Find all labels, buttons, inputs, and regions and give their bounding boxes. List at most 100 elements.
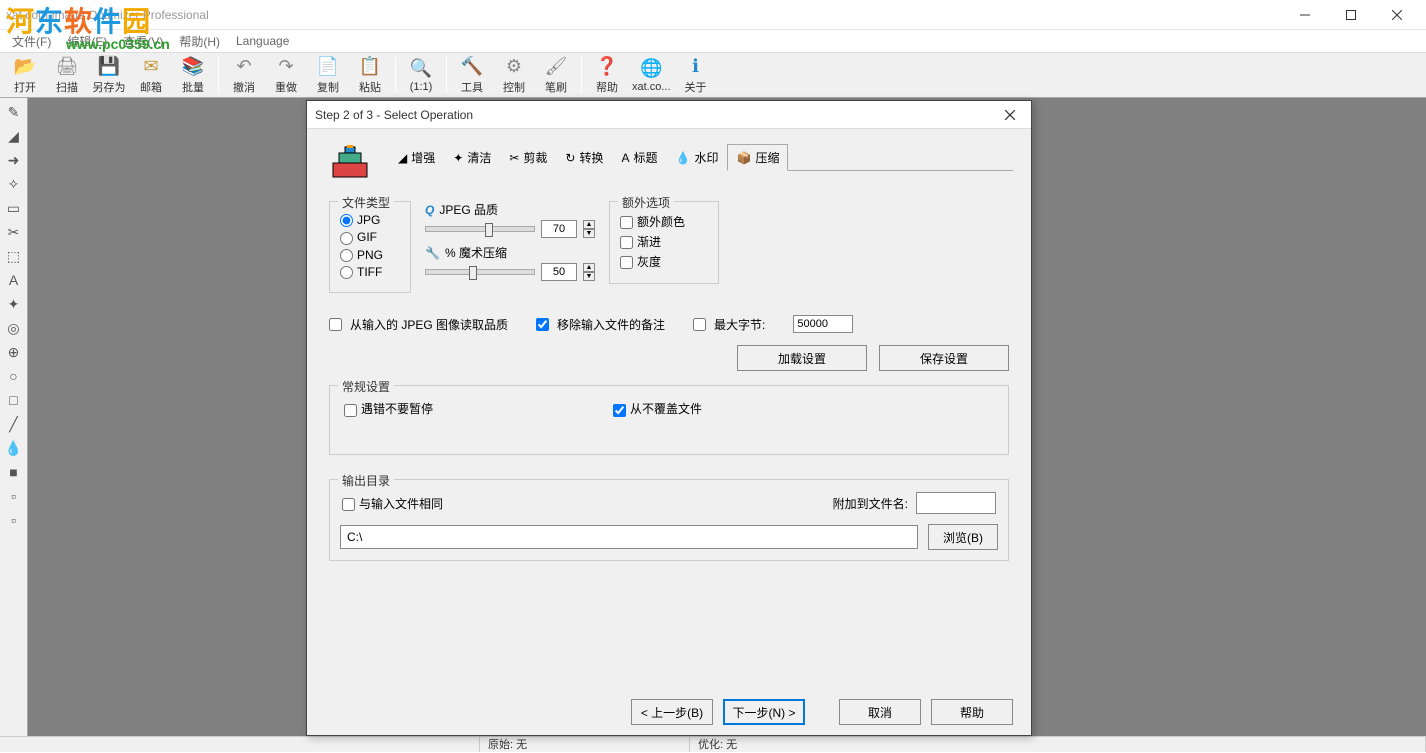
- sidebar-tool[interactable]: ○: [3, 365, 25, 387]
- toolbar-icon: 📚: [182, 56, 204, 78]
- operation-tab[interactable]: 📦压缩: [727, 144, 788, 171]
- toolbar-button[interactable]: ❓帮助: [586, 54, 628, 96]
- load-settings-button[interactable]: 加载设置: [737, 345, 867, 371]
- toolbar-button[interactable]: 💾另存为: [88, 54, 130, 96]
- operation-tab[interactable]: ✂剪裁: [500, 144, 556, 171]
- tab-icon: ↻: [565, 151, 575, 165]
- no-pause-checkbox[interactable]: 遇错不要暂停: [344, 400, 433, 417]
- minimize-button[interactable]: [1282, 0, 1328, 30]
- menu-item[interactable]: 编辑(E): [59, 31, 115, 52]
- tab-label: 增强: [411, 149, 435, 166]
- filetype-option[interactable]: GIF: [340, 230, 400, 244]
- menu-item[interactable]: 文件(F): [4, 31, 59, 52]
- maximize-button[interactable]: [1328, 0, 1374, 30]
- sidebar-tool[interactable]: ▫: [3, 485, 25, 507]
- sidebar-tool[interactable]: ✦: [3, 293, 25, 315]
- remove-comment-checkbox[interactable]: 移除输入文件的备注: [536, 316, 665, 333]
- operation-tab[interactable]: ◢ 增强: [389, 144, 444, 171]
- statusbar: 原始: 无 优化: 无: [0, 736, 1426, 752]
- quality-input[interactable]: [541, 220, 577, 238]
- output-legend: 输出目录: [338, 472, 394, 489]
- sidebar-tool[interactable]: ➜: [3, 149, 25, 171]
- quality-label: JPEG 品质: [439, 201, 498, 218]
- magic-spin-down[interactable]: ▼: [583, 272, 595, 281]
- quality-spin-down[interactable]: ▼: [583, 229, 595, 238]
- toolbar-label: xat.co...: [632, 81, 671, 93]
- operation-tab[interactable]: ✦清洁: [444, 144, 500, 171]
- magic-spin-up[interactable]: ▲: [583, 263, 595, 272]
- toolbar-button[interactable]: 🔨工具: [451, 54, 493, 96]
- sidebar-tool[interactable]: ▭: [3, 197, 25, 219]
- quality-spin-up[interactable]: ▲: [583, 220, 595, 229]
- menubar: 文件(F)编辑(E)查看(V)帮助(H)Language: [0, 30, 1426, 52]
- cancel-button[interactable]: 取消: [839, 699, 921, 725]
- extra-option[interactable]: 额外颜色: [620, 213, 708, 230]
- magic-icon: 🔧: [425, 246, 440, 260]
- sidebar-tool[interactable]: ✂: [3, 221, 25, 243]
- sidebar-tool[interactable]: ▫: [3, 509, 25, 531]
- sidebar-tool[interactable]: ■: [3, 461, 25, 483]
- help-button[interactable]: 帮助: [931, 699, 1013, 725]
- operation-tab[interactable]: 💧水印: [667, 144, 728, 171]
- toolbar-button[interactable]: 🔍(1:1): [400, 54, 442, 96]
- extra-option[interactable]: 渐进: [620, 233, 708, 250]
- step-dialog: Step 2 of 3 - Select Operation ◢增强✦清洁✂剪裁…: [306, 100, 1032, 736]
- toolbar-button[interactable]: 📚批量: [172, 54, 214, 96]
- browse-button[interactable]: 浏览(B): [928, 524, 998, 550]
- extra-options-group: 额外选项 额外颜色渐进灰度: [609, 201, 719, 284]
- toolbar-button[interactable]: 🖨扫描: [46, 54, 88, 96]
- toolbar-label: 另存为: [93, 79, 126, 95]
- sidebar-tool[interactable]: ✧: [3, 173, 25, 195]
- sidebar-tool[interactable]: 💧: [3, 437, 25, 459]
- same-as-input-checkbox[interactable]: 与输入文件相同: [342, 495, 443, 512]
- magic-input[interactable]: [541, 263, 577, 281]
- no-overwrite-checkbox[interactable]: 从不覆盖文件: [613, 400, 702, 417]
- toolbar-button[interactable]: ℹ关于: [675, 54, 717, 96]
- sidebar-tool[interactable]: ╱: [3, 413, 25, 435]
- menu-item[interactable]: 帮助(H): [171, 31, 228, 52]
- tab-icon: ◢: [398, 151, 407, 165]
- extra-legend: 额外选项: [618, 194, 674, 211]
- sidebar-tool[interactable]: □: [3, 389, 25, 411]
- dialog-close-button[interactable]: [997, 103, 1023, 127]
- back-button[interactable]: < 上一步(B): [631, 699, 713, 725]
- sidebar-tool[interactable]: ◢: [3, 125, 25, 147]
- toolbar-button[interactable]: 📄复制: [307, 54, 349, 96]
- next-button[interactable]: 下一步(N) >: [723, 699, 805, 725]
- toolbar-separator: [581, 57, 582, 93]
- append-input[interactable]: [916, 492, 996, 514]
- toolbar-icon: 🖌: [545, 56, 567, 78]
- toolbar-button[interactable]: 🌐xat.co...: [628, 54, 675, 96]
- sidebar-tool[interactable]: ◎: [3, 317, 25, 339]
- toolbar-button[interactable]: ↶撤消: [223, 54, 265, 96]
- close-button[interactable]: [1374, 0, 1420, 30]
- toolbar-button[interactable]: ⚙控制: [493, 54, 535, 96]
- sidebar-tool[interactable]: ⊕: [3, 341, 25, 363]
- menu-item[interactable]: Language: [228, 32, 297, 50]
- operation-tab[interactable]: ↻转换: [556, 144, 612, 171]
- save-settings-button[interactable]: 保存设置: [879, 345, 1009, 371]
- sidebar-tool[interactable]: ⬚: [3, 245, 25, 267]
- toolbar-button[interactable]: 🖌笔刷: [535, 54, 577, 96]
- filetype-option[interactable]: PNG: [340, 248, 400, 262]
- toolbar-button[interactable]: 📂打开: [4, 54, 46, 96]
- read-quality-checkbox[interactable]: 从输入的 JPEG 图像读取品质: [329, 316, 508, 333]
- toolbar-icon: 📋: [359, 56, 381, 78]
- toolbar-button[interactable]: ↷重做: [265, 54, 307, 96]
- menu-item[interactable]: 查看(V): [115, 31, 171, 52]
- magic-slider[interactable]: [425, 269, 535, 275]
- toolbar-icon: ⚙: [503, 56, 525, 78]
- filetype-option[interactable]: TIFF: [340, 265, 400, 279]
- max-bytes-input[interactable]: [793, 315, 853, 333]
- filetype-option[interactable]: JPG: [340, 213, 400, 227]
- extra-option[interactable]: 灰度: [620, 253, 708, 270]
- main-toolbar: 📂打开🖨扫描💾另存为✉邮箱📚批量↶撤消↷重做📄复制📋粘贴🔍(1:1)🔨工具⚙控制…: [0, 52, 1426, 98]
- sidebar-tool[interactable]: A: [3, 269, 25, 291]
- output-path-input[interactable]: [340, 525, 918, 549]
- operation-tab[interactable]: A标题: [612, 144, 666, 171]
- toolbar-button[interactable]: 📋粘贴: [349, 54, 391, 96]
- max-bytes-checkbox[interactable]: 最大字节:: [693, 316, 765, 333]
- sidebar-tool[interactable]: ✎: [3, 101, 25, 123]
- quality-slider[interactable]: [425, 226, 535, 232]
- toolbar-button[interactable]: ✉邮箱: [130, 54, 172, 96]
